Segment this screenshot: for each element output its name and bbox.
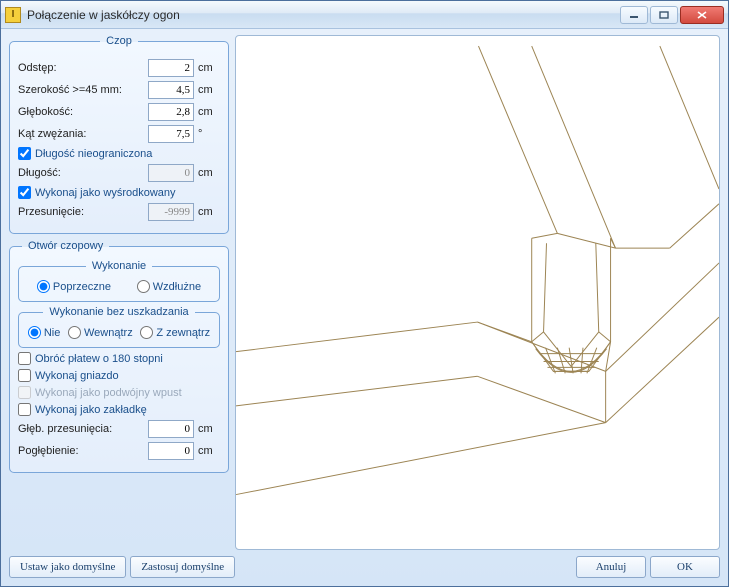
glebokosc-unit: cm [198,106,220,118]
odstep-label: Odstęp: [18,62,144,74]
podwojny-label: Wykonaj jako podwójny wpust [35,387,182,399]
otwor-legend: Otwór czopowy [22,240,109,252]
window-title: Połączenie w jaskółczy ogon [27,8,620,22]
window-controls [620,6,724,24]
odstep-input[interactable] [148,59,194,77]
szerokosc-input[interactable] [148,81,194,99]
kat-input[interactable] [148,125,194,143]
bez-radio-zewnatrz[interactable] [140,326,153,339]
szerokosc-label: Szerokość >=45 mm: [18,84,144,96]
wykonanie-radio-wzdluzne[interactable] [137,280,150,293]
wykonanie-radio-poprzeczne[interactable] [37,280,50,293]
przesuniecie-input [148,203,194,221]
gniazdo-label: Wykonaj gniazdo [35,370,119,382]
wykonanie-legend: Wykonanie [86,260,152,272]
bez-radio-nie[interactable] [28,326,41,339]
left-panel: Czop Odstęp: cm Szerokość >=45 mm: cm Gł… [9,35,229,550]
bottom-bar: Ustaw jako domyślne Zastosuj domyślne An… [9,554,720,580]
main-row: Czop Odstęp: cm Szerokość >=45 mm: cm Gł… [9,35,720,550]
dlugosc-input [148,164,194,182]
dialog-window: I Połączenie w jaskółczy ogon Czop Odstę… [0,0,729,587]
apply-default-button[interactable]: Zastosuj domyślne [130,556,235,578]
ok-button[interactable]: OK [650,556,720,578]
bez-uszkadzania-legend: Wykonanie bez uszkadzania [43,306,194,318]
gleb-przes-unit: cm [198,423,220,435]
przesuniecie-label: Przesunięcie: [18,206,144,218]
obroc-label: Obróć płatew o 180 stopni [35,353,163,365]
czop-legend: Czop [100,35,138,47]
minimize-icon [629,11,639,19]
maximize-icon [659,11,669,19]
dlugosc-unit: cm [198,167,220,179]
zakladka-label: Wykonaj jako zakładkę [35,404,147,416]
poglebienie-label: Pogłębienie: [18,445,144,457]
maximize-button[interactable] [650,6,678,24]
glebokosc-label: Głębokość: [18,106,144,118]
nieograniczona-label: Długość nieograniczona [35,148,152,160]
close-icon [697,11,707,19]
close-button[interactable] [680,6,724,24]
otwor-group: Otwór czopowy Wykonanie Poprzeczne Wzdłu… [9,240,229,473]
przesuniecie-unit: cm [198,206,220,218]
gniazdo-checkbox[interactable] [18,369,31,382]
bez-radio-wewnatrz[interactable] [68,326,81,339]
content-area: Czop Odstęp: cm Szerokość >=45 mm: cm Gł… [1,29,728,586]
wysrodkowany-checkbox[interactable] [18,186,31,199]
bez-label-wewnatrz: Wewnątrz [84,327,133,339]
odstep-unit: cm [198,62,220,74]
set-default-button[interactable]: Ustaw jako domyślne [9,556,126,578]
minimize-button[interactable] [620,6,648,24]
wysrodkowany-label: Wykonaj jako wyśrodkowany [35,187,176,199]
cancel-button[interactable]: Anuluj [576,556,646,578]
gleb-przes-input[interactable] [148,420,194,438]
nieograniczona-checkbox[interactable] [18,147,31,160]
titlebar: I Połączenie w jaskółczy ogon [1,1,728,29]
bez-label-zewnatrz: Z zewnątrz [156,327,210,339]
bez-uszkadzania-group: Wykonanie bez uszkadzania Nie Wewnątrz [18,306,220,348]
preview-drawing [236,36,719,549]
app-icon: I [5,7,21,23]
gleb-przes-label: Głęb. przesunięcia: [18,423,144,435]
poglebienie-unit: cm [198,445,220,457]
szerokosc-unit: cm [198,84,220,96]
bez-label-nie: Nie [44,327,61,339]
wykonanie-label-wzdluzne: Wzdłużne [153,281,201,293]
kat-unit: ° [198,128,220,140]
obroc-checkbox[interactable] [18,352,31,365]
glebokosc-input[interactable] [148,103,194,121]
wykonanie-group: Wykonanie Poprzeczne Wzdłużne [18,260,220,302]
kat-label: Kąt zwężania: [18,128,144,140]
wykonanie-label-poprzeczne: Poprzeczne [53,281,111,293]
preview-pane [235,35,720,550]
poglebienie-input[interactable] [148,442,194,460]
dlugosc-label: Długość: [18,167,144,179]
czop-group: Czop Odstęp: cm Szerokość >=45 mm: cm Gł… [9,35,229,234]
zakladka-checkbox[interactable] [18,403,31,416]
podwojny-checkbox [18,386,31,399]
